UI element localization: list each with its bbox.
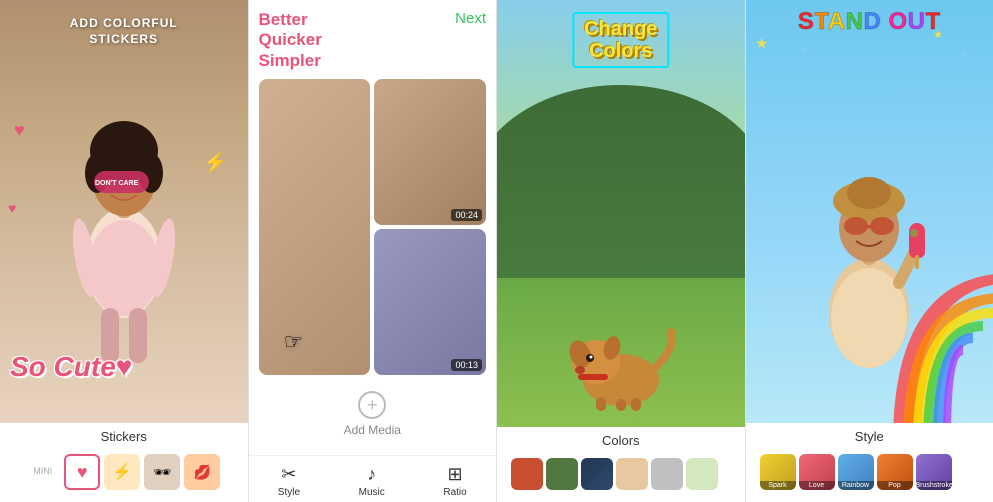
sticker-thumb-lightning[interactable]: ⚡	[104, 454, 140, 490]
media-editor-content: Better Quicker Simpler Next 00:24 ☞	[249, 0, 497, 455]
style-thumb-strip: Spark Love Rainbow Pop Brushstroke	[754, 450, 986, 494]
style-thumb-spark[interactable]: Spark	[760, 454, 796, 490]
panel-colors: Change Colors Colors	[497, 0, 746, 502]
media-thumb-1[interactable]: 00:24	[374, 79, 486, 225]
lightning-sticker: ⚡	[203, 150, 228, 175]
star-4: ✦	[960, 50, 968, 61]
sticker-thumb-glasses[interactable]: 🕶	[144, 454, 180, 490]
add-media-label: Add Media	[344, 423, 401, 437]
music-icon: ♪	[367, 464, 376, 485]
so-cute-label: So Cute♥	[10, 351, 132, 383]
colors-bg: Change Colors	[497, 0, 745, 427]
style-thumb-brushstroke[interactable]: Brushstroke	[916, 454, 952, 490]
swatch-0[interactable]	[511, 458, 543, 490]
swatch-4[interactable]	[651, 458, 683, 490]
cursor-overlay-icon: ☞	[284, 329, 304, 355]
toolbar-ratio[interactable]: ⊞ Ratio	[443, 464, 466, 498]
media-grid: 00:24 ☞ 00:13	[259, 79, 487, 375]
media-thumb-3[interactable]: 00:13	[374, 229, 486, 375]
colors-footer-label: Colors	[505, 433, 737, 448]
panel-style: ★ ★ ★ ✦ STAND OUT	[746, 0, 993, 502]
panel-media: Better Quicker Simpler Next 00:24 ☞	[249, 0, 498, 502]
color-swatch-strip	[505, 454, 737, 494]
svg-text:DON'T CARE: DON'T CARE	[95, 180, 139, 187]
sticker-thumb-heart[interactable]: ♥	[64, 454, 100, 490]
style-pop-label: Pop	[877, 481, 913, 490]
style-rainbow-label: Rainbow	[838, 481, 874, 490]
style-icon: ✂	[281, 464, 296, 485]
style-love-label: Love	[799, 481, 835, 490]
toolbar-ratio-label: Ratio	[443, 487, 466, 498]
style-thumb-love[interactable]: Love	[799, 454, 835, 490]
change-colors-text-line2: Colors	[584, 40, 657, 62]
swatch-2[interactable]	[581, 458, 613, 490]
add-media-circle-icon: +	[358, 391, 386, 419]
toolbar-music-label: Music	[359, 487, 385, 498]
style-footer-label: Style	[754, 429, 986, 444]
tagline-text: Better Quicker Simpler	[259, 10, 322, 71]
style-thumb-pop[interactable]: Pop	[877, 454, 913, 490]
stickers-footer-label: Stickers	[8, 429, 240, 444]
swatch-3[interactable]	[616, 458, 648, 490]
stand-out-text: STAND OUT	[746, 8, 993, 36]
toolbar-style-label: Style	[278, 487, 300, 498]
media-toolbar: ✂ Style ♪ Music ⊞ Ratio	[249, 455, 497, 502]
add-media-button[interactable]: + Add Media	[259, 383, 487, 445]
sticker-thumb-lips[interactable]: 💋	[184, 454, 220, 490]
style-panel-footer: Style Spark Love Rainbow Pop Brushstroke	[746, 423, 993, 502]
next-button[interactable]: Next	[455, 10, 486, 27]
media-editor-header: Better Quicker Simpler Next	[259, 10, 487, 71]
media-duration-1: 00:24	[451, 209, 482, 221]
mini-label: MINI	[27, 454, 58, 490]
swatch-1[interactable]	[546, 458, 578, 490]
change-colors-box: Change Colors	[572, 12, 669, 68]
style-spark-label: Spark	[760, 481, 796, 490]
style-thumb-rainbow[interactable]: Rainbow	[838, 454, 874, 490]
style-preview-image: ★ ★ ★ ✦ STAND OUT	[746, 0, 993, 423]
stickers-preview-image: ADD COLORFUL STICKERS ♥ ♥ ⚡	[0, 0, 248, 423]
star-1: ★	[756, 35, 769, 52]
ratio-icon: ⊞	[447, 464, 462, 485]
media-thumb-2[interactable]: ☞	[259, 79, 371, 375]
app-container: ADD COLORFUL STICKERS ♥ ♥ ⚡	[0, 0, 993, 502]
star-2: ★	[801, 45, 810, 56]
heart-sticker-2: ♥	[8, 200, 16, 216]
style-brushstroke-label: Brushstroke	[916, 481, 952, 490]
panel-stickers: ADD COLORFUL STICKERS ♥ ♥ ⚡	[0, 0, 249, 502]
media-duration-3: 00:13	[451, 359, 482, 371]
girl-figure-svg: DON'T CARE	[59, 83, 189, 363]
stickers-thumb-strip: MINI ♥ ⚡ 🕶 💋	[8, 450, 240, 494]
toolbar-music[interactable]: ♪ Music	[359, 464, 385, 498]
swatch-5[interactable]	[686, 458, 718, 490]
change-colors-text-line1: Change	[584, 18, 657, 40]
colors-preview-image: Change Colors	[497, 0, 745, 427]
dog-svg	[566, 312, 676, 412]
toolbar-style[interactable]: ✂ Style	[278, 464, 300, 498]
colors-panel-footer: Colors	[497, 427, 745, 502]
woman-figure-svg	[804, 143, 934, 403]
style-bg: ★ ★ ★ ✦ STAND OUT	[746, 0, 993, 423]
stickers-panel-footer: Stickers MINI ♥ ⚡ 🕶 💋	[0, 423, 248, 502]
heart-sticker-1: ♥	[14, 120, 25, 141]
stickers-header-text: ADD COLORFUL STICKERS	[0, 16, 248, 47]
